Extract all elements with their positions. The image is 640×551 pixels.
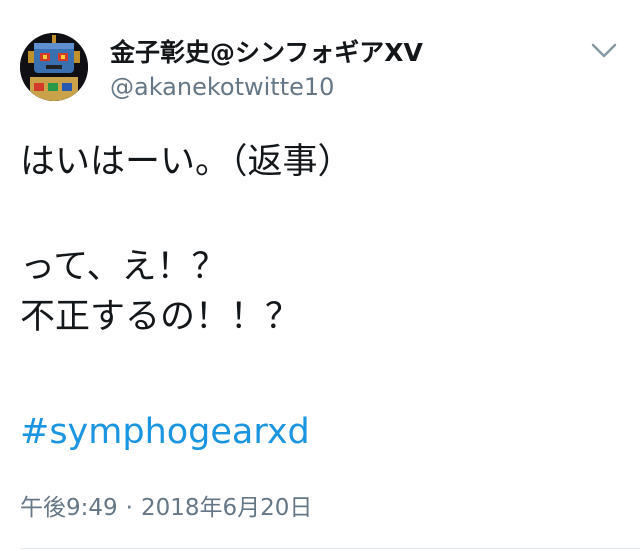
user-handle[interactable]: @akanekotwitte10	[110, 73, 334, 101]
tweet-text-line: って、え！？	[20, 247, 227, 287]
tweet-card: 金子彰史@シンフォギアXV @akanekotwitte10 はいはーい。（返事…	[0, 0, 640, 551]
divider	[20, 548, 640, 549]
hashtag-link[interactable]: #symphogearxd	[20, 410, 310, 454]
display-name[interactable]: 金子彰史@シンフォギアXV	[110, 33, 423, 69]
tweet-text-line: 不正するの！！？	[20, 297, 301, 337]
tweet-time: 午後9:49	[20, 495, 118, 521]
meta-separator: ·	[125, 495, 133, 521]
chevron-down-icon[interactable]	[590, 40, 618, 62]
tweet-timestamp[interactable]: 午後9:49 · 2018年6月20日	[20, 488, 312, 522]
tweet-date: 2018年6月20日	[140, 495, 313, 521]
tweet-text-line: はいはーい。（返事）	[20, 142, 353, 182]
robot-avatar-icon[interactable]	[20, 33, 88, 101]
